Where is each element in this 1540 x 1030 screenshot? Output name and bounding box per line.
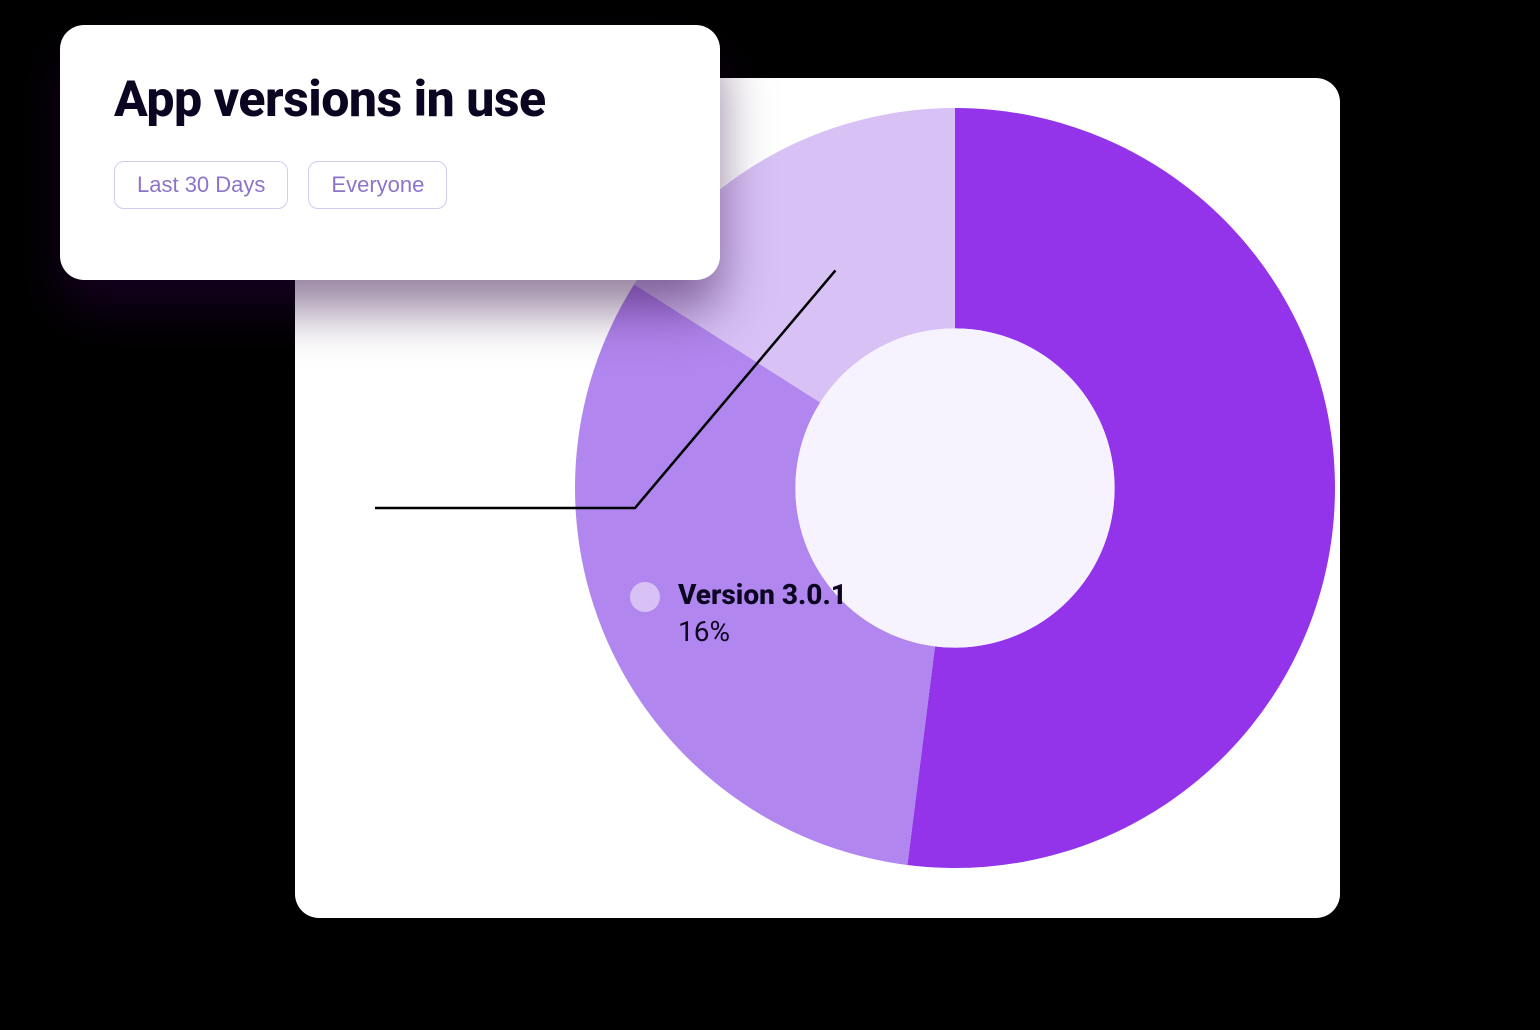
filter-row: Last 30 Days Everyone xyxy=(114,161,666,209)
callout-label: Version 3.0.1 xyxy=(678,578,847,611)
callout-text: Version 3.0.1 16% xyxy=(678,578,847,648)
page-title: App versions in use xyxy=(114,71,666,129)
filter-audience[interactable]: Everyone xyxy=(308,161,447,209)
filter-time-range[interactable]: Last 30 Days xyxy=(114,161,288,209)
header-card: App versions in use Last 30 Days Everyon… xyxy=(60,25,720,280)
callout-swatch xyxy=(630,582,660,612)
chart-callout: Version 3.0.1 16% xyxy=(630,578,847,648)
callout-value: 16% xyxy=(678,615,847,648)
